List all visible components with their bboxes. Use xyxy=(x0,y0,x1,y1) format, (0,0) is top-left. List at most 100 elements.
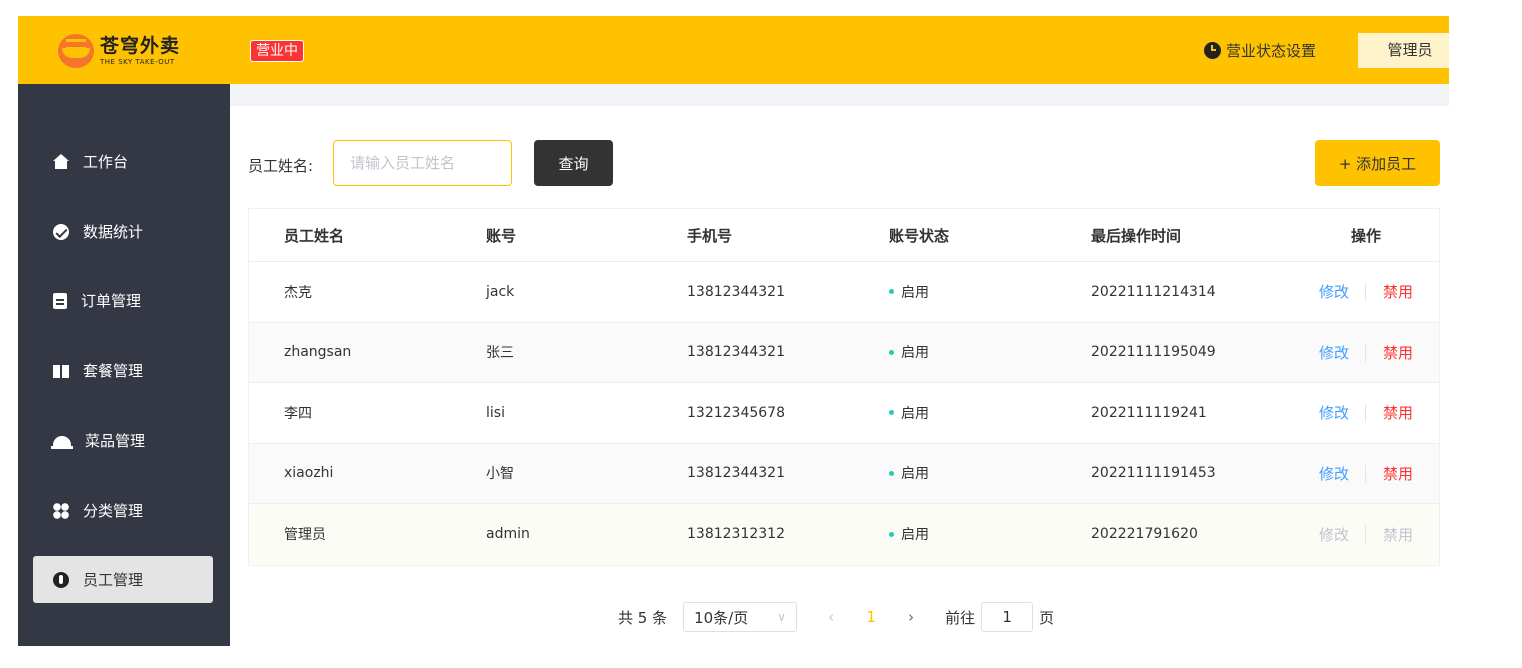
business-status-badge: 营业中 xyxy=(250,40,304,62)
next-page-button[interactable]: › xyxy=(901,608,921,626)
sidebar-item-statistics[interactable]: 数据统计 xyxy=(33,208,213,255)
status-dot-icon xyxy=(889,349,894,355)
last-operation-time-cell: 202221791620 xyxy=(1091,526,1198,543)
column-header-last-operation-time: 最后操作时间 xyxy=(1091,226,1182,245)
disable-link[interactable]: 禁用 xyxy=(1383,323,1413,383)
phone-cell: 13812344321 xyxy=(687,283,785,300)
table-row: 李四 lisi 13212345678 启用 2022111119241 修改 … xyxy=(249,383,1439,444)
disable-link[interactable]: 禁用 xyxy=(1383,383,1413,443)
disable-link-disabled: 禁用 xyxy=(1383,525,1414,544)
action-divider xyxy=(1365,283,1366,301)
goto-page-input[interactable] xyxy=(981,602,1034,632)
column-header-status: 账号状态 xyxy=(889,226,950,245)
sidebar-item-setmeals[interactable]: 套餐管理 xyxy=(33,347,213,394)
employee-name-label: 员工姓名: xyxy=(248,157,314,175)
account-cell: 小智 xyxy=(486,466,514,483)
disable-link[interactable]: 禁用 xyxy=(1383,444,1413,504)
edit-link[interactable]: 修改 xyxy=(1319,323,1349,383)
sidebar-item-categories[interactable]: 分类管理 xyxy=(33,487,213,534)
column-header-actions: 操作 xyxy=(1351,226,1382,245)
edit-link[interactable]: 修改 xyxy=(1319,383,1349,443)
disable-link[interactable]: 禁用 xyxy=(1383,262,1413,322)
table-header-row: 员工姓名 账号 手机号 账号状态 最后操作时间 操作 xyxy=(249,209,1439,262)
status-text: 启用 xyxy=(901,466,929,483)
status-text: 启用 xyxy=(901,284,929,301)
status-dot-icon xyxy=(889,289,894,295)
status-cell: 启用 xyxy=(889,444,929,504)
query-button[interactable]: 查询 xyxy=(534,140,613,186)
page-number-current[interactable]: 1 xyxy=(863,608,879,626)
user-menu-button[interactable]: 管理员 xyxy=(1358,33,1449,68)
clipboard-icon xyxy=(53,292,67,309)
chevron-down-icon: ∨ xyxy=(777,610,787,624)
action-divider xyxy=(1365,525,1366,543)
sidebar-item-employees[interactable]: 员工管理 xyxy=(33,556,213,603)
table-row: zhangsan 张三 13812344321 启用 2022111119504… xyxy=(249,322,1439,383)
account-cell: lisi xyxy=(486,404,505,421)
status-text: 启用 xyxy=(901,345,929,362)
clock-icon xyxy=(1204,42,1221,59)
sidebar-item-label: 菜品管理 xyxy=(85,432,146,450)
logo-title: 苍穹外卖 xyxy=(100,34,181,57)
table-row: 杰克 jack 13812344321 启用 20221111214314 修改… xyxy=(249,262,1439,323)
page-size-select[interactable]: 10条/页 ∨ xyxy=(683,602,798,632)
business-status-setting-link[interactable]: 营业状态设置 xyxy=(1204,40,1316,61)
grid-icon xyxy=(53,502,69,519)
employee-table: 员工姓名 账号 手机号 账号状态 最后操作时间 操作 杰克 jack 13812… xyxy=(248,208,1440,566)
edit-link[interactable]: 修改 xyxy=(1319,262,1349,322)
sidebar-item-label: 员工管理 xyxy=(83,571,144,589)
logo: 苍穹外卖 THE SKY TAKE-OUT xyxy=(58,34,180,68)
sidebar-item-workbench[interactable]: 工作台 xyxy=(33,138,213,185)
action-divider xyxy=(1365,343,1366,362)
status-text: 启用 xyxy=(901,527,929,544)
column-header-phone: 手机号 xyxy=(687,226,733,245)
phone-cell: 13812312312 xyxy=(687,526,785,543)
employee-name-cell: zhangsan xyxy=(284,344,352,361)
sidebar-item-orders[interactable]: 订单管理 xyxy=(33,277,213,324)
status-cell: 启用 xyxy=(889,262,929,322)
edit-link-disabled: 修改 xyxy=(1319,525,1350,544)
phone-cell: 13212345678 xyxy=(687,404,785,421)
last-operation-time-cell: 20221111195049 xyxy=(1091,344,1216,361)
employee-name-cell: xiaozhi xyxy=(284,465,334,482)
table-row: xiaozhi 小智 13812344321 启用 20221111191453… xyxy=(249,443,1439,504)
top-header: 苍穹外卖 THE SKY TAKE-OUT 营业中 营业状态设置 管理员 xyxy=(18,16,1449,84)
employee-name-search-input[interactable] xyxy=(333,140,512,186)
gift-icon xyxy=(53,365,69,378)
status-cell: 启用 xyxy=(889,323,929,383)
edit-link[interactable]: 修改 xyxy=(1319,444,1349,504)
pagination-total: 共 5 条 xyxy=(618,608,668,627)
table-row: 管理员 admin 13812312312 启用 202221791620 修改… xyxy=(249,504,1439,565)
phone-cell: 13812344321 xyxy=(687,344,785,361)
sidebar-item-label: 套餐管理 xyxy=(83,362,144,380)
last-operation-time-cell: 20221111214314 xyxy=(1091,283,1216,300)
logo-icon xyxy=(58,34,94,68)
action-divider xyxy=(1365,404,1366,422)
account-cell: 张三 xyxy=(486,345,514,362)
logo-subtitle: THE SKY TAKE-OUT xyxy=(100,57,175,66)
home-icon xyxy=(53,154,69,169)
add-employee-button[interactable]: + 添加员工 xyxy=(1315,140,1440,186)
sidebar: 工作台 数据统计 订单管理 套餐管理 菜品管理 分类管理 员工管理 xyxy=(18,84,230,646)
sidebar-item-dishes[interactable]: 菜品管理 xyxy=(33,417,213,464)
employee-name-cell: 杰克 xyxy=(284,284,312,301)
sidebar-item-label: 工作台 xyxy=(83,153,129,171)
sidebar-item-label: 分类管理 xyxy=(83,502,144,520)
last-operation-time-cell: 20221111191453 xyxy=(1091,465,1216,482)
status-cell: 启用 xyxy=(889,383,929,443)
employee-name-cell: 李四 xyxy=(284,405,312,422)
status-dot-icon xyxy=(889,531,894,537)
account-cell: admin xyxy=(486,526,530,543)
action-divider xyxy=(1365,464,1366,483)
status-dot-icon xyxy=(889,410,894,416)
column-header-name: 员工姓名 xyxy=(284,226,345,245)
cloche-icon xyxy=(51,435,73,449)
last-operation-time-cell: 2022111119241 xyxy=(1091,404,1207,421)
prev-page-button[interactable]: ‹ xyxy=(821,608,841,626)
chart-icon xyxy=(53,223,69,240)
sidebar-item-label: 订单管理 xyxy=(81,292,142,310)
user-icon xyxy=(53,571,69,588)
goto-label: 前往 xyxy=(945,608,976,627)
employee-name-cell: 管理员 xyxy=(284,527,326,544)
phone-cell: 13812344321 xyxy=(687,465,785,482)
